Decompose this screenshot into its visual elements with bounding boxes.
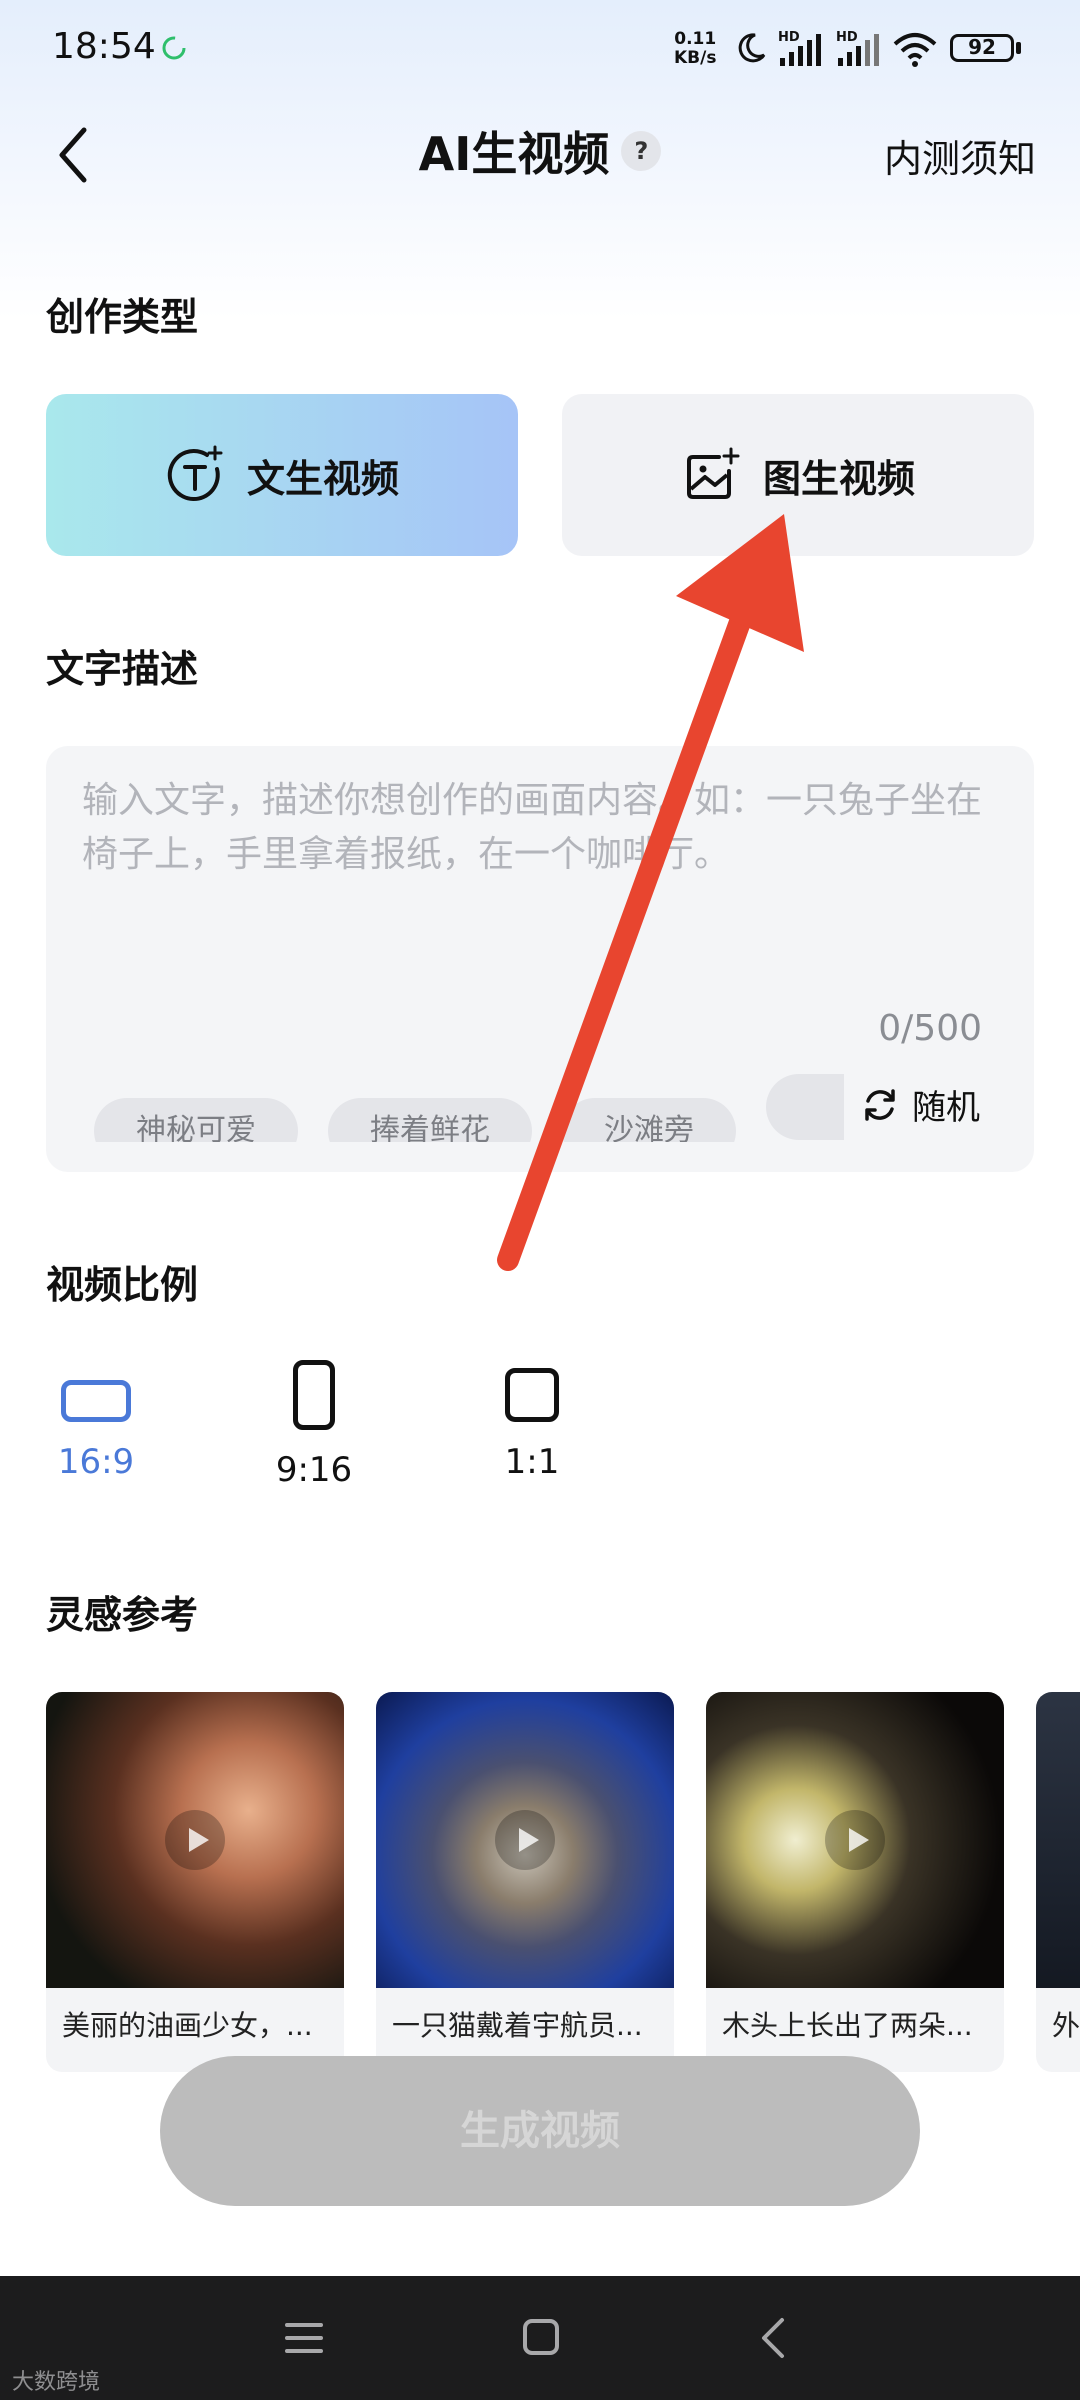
back-nav-icon[interactable] <box>758 2316 788 2360</box>
annotation-arrow <box>497 514 804 1271</box>
system-nav-bar: 大数跨境 <box>0 2276 1080 2400</box>
watermark-text: 大数跨境 <box>12 2370 101 2395</box>
menu-icon[interactable] <box>284 2320 324 2356</box>
home-icon[interactable] <box>522 2318 560 2356</box>
